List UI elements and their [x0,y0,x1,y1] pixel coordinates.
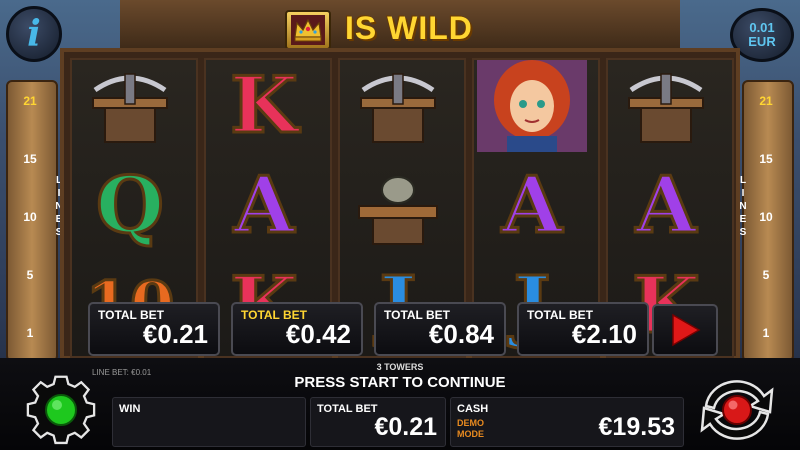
bet-option-1[interactable]: TOTAL BET €0.21 [88,302,220,356]
bet-option-3[interactable]: TOTAL BET €0.84 [374,302,506,356]
line-number-21[interactable]: 21 [8,94,52,108]
symbol-a: A [608,158,724,254]
bet-option-value: €0.42 [285,319,351,349]
spin-arrows-icon [700,380,774,440]
symbol-k: K [206,58,322,154]
line-number-5[interactable]: 5 [744,268,788,282]
line-number-21[interactable]: 21 [744,94,788,108]
symbol-a: A [474,158,590,254]
symbol-a: A [206,158,322,254]
symbol-letter: A [500,160,564,251]
symbol-crossbow-icon [340,58,456,154]
info-icon: i [27,13,41,55]
gear-icon [26,375,96,445]
cash-label: CASH [457,403,489,415]
denomination-currency: EUR [748,34,776,49]
game-name: 3 TOWERS [376,362,424,372]
bet-next-button[interactable] [652,304,718,356]
symbol-crossbow-icon [608,58,724,154]
play-arrow-icon [672,313,701,347]
lines-panel-right: 21 15 10 5 1 LINES [739,80,794,362]
line-number-10[interactable]: 10 [8,210,52,224]
settings-button[interactable] [22,372,100,448]
line-number-10[interactable]: 10 [744,210,788,224]
win-label: WIN [119,403,141,415]
symbol-letter: K [229,60,300,151]
wild-banner-text: IS WILD [345,10,473,46]
symbol-heroine-icon [474,58,590,154]
line-number-1[interactable]: 1 [744,326,788,340]
demo-mode-badge: DEMO MODE [457,418,484,440]
total-bet-value: €0.21 [374,413,437,441]
cash-value: €19.53 [598,413,675,441]
symbol-crossbow-icon [72,58,188,154]
denomination-value: 0.01 [749,20,775,35]
win-field: WIN [112,397,306,447]
symbol-letter: A [232,160,296,251]
line-number-15[interactable]: 15 [744,152,788,166]
demo-mode-line2: MODE [457,429,484,439]
status-message: PRESS START TO CONTINUE [294,374,506,391]
bet-option-2[interactable]: TOTAL BET €0.42 [231,302,363,356]
cash-field: CASH DEMO MODE €19.53 [450,397,684,447]
bet-option-value: €0.21 [142,319,208,349]
bet-option-value: €0.84 [428,319,494,349]
crown-icon [285,10,331,50]
demo-mode-line1: DEMO [457,418,484,428]
bet-option-4[interactable]: TOTAL BET €2.10 [517,302,649,356]
info-button[interactable]: i [6,6,62,62]
symbol-q: Q [72,158,188,254]
total-bet-field: TOTAL BET €0.21 [310,397,446,447]
line-number-5[interactable]: 5 [8,268,52,282]
symbol-catapult-icon [340,158,456,254]
symbol-letter: A [634,160,698,251]
line-number-1[interactable]: 1 [8,326,52,340]
bet-option-value: €2.10 [571,319,637,349]
symbol-letter: Q [95,160,166,251]
lines-panel-left: 21 15 10 5 1 LINES [6,80,63,362]
line-number-15[interactable]: 15 [8,152,52,166]
total-bet-label: TOTAL BET [317,403,378,415]
spin-button[interactable] [690,372,784,448]
